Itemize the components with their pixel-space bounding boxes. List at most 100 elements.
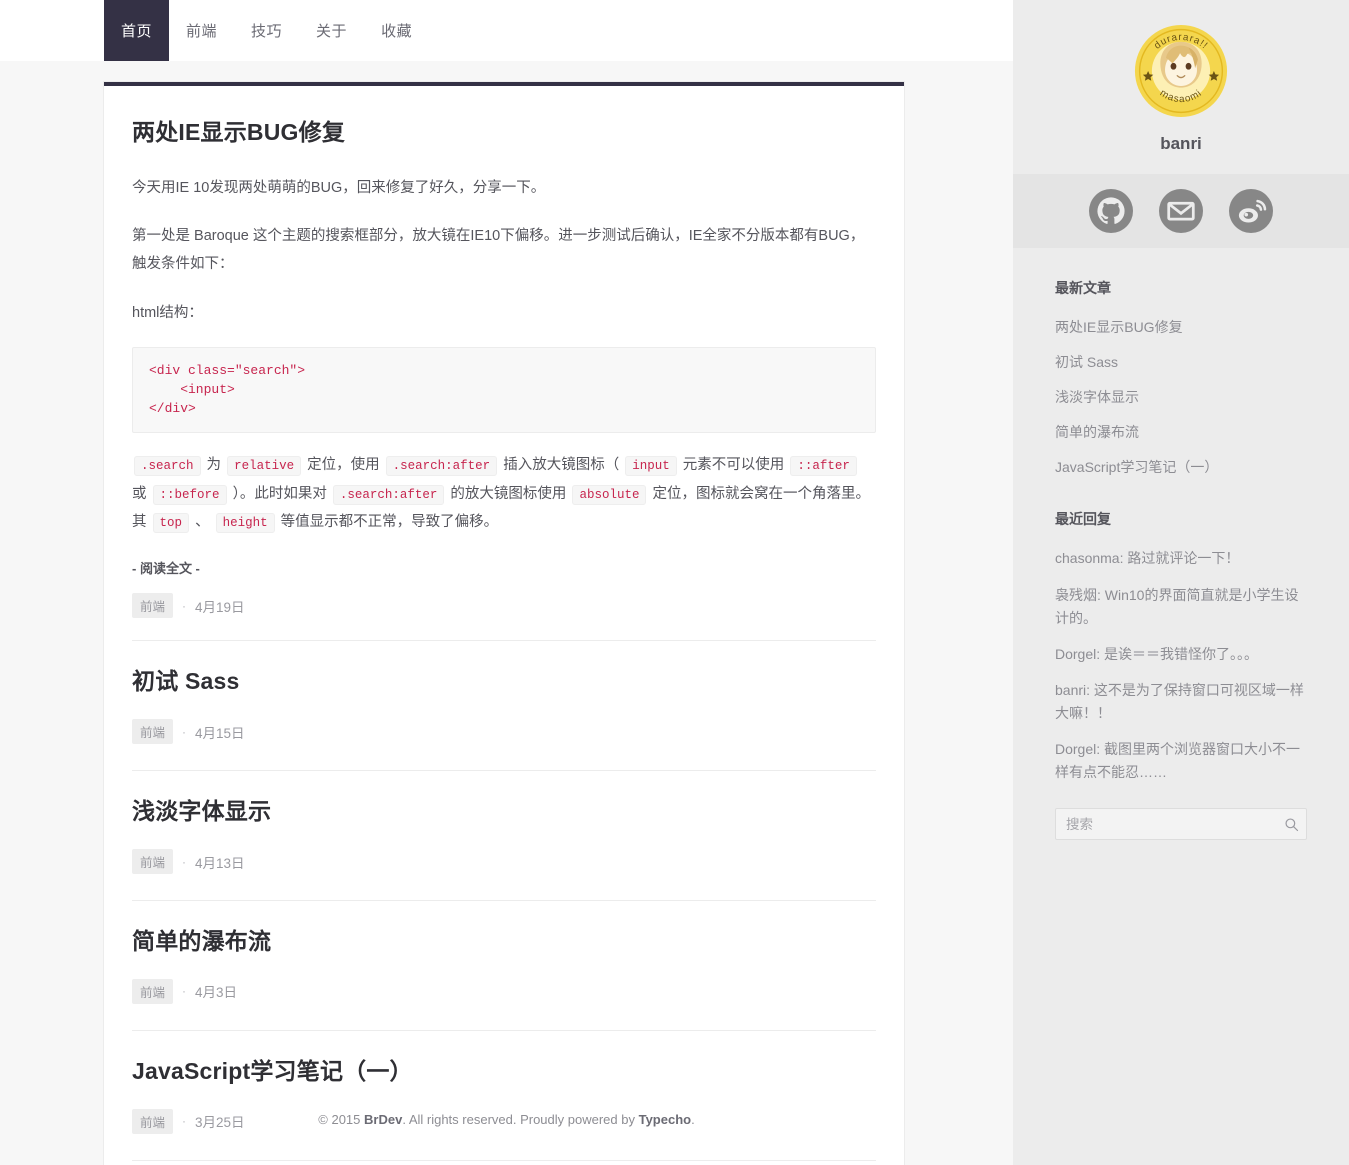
list-item: JavaScript学习笔记（一） <box>1055 456 1307 479</box>
widget-recent-posts: 最新文章 两处IE显示BUG修复 初试 Sass 浅淡字体显示 简单的瀑布流 J… <box>1013 278 1349 479</box>
post-title[interactable]: 初试 Sass <box>132 667 876 697</box>
meta-separator: · <box>182 854 187 869</box>
post-item: 初试 Sass 前端 · 4月15日 <box>132 640 876 745</box>
inline-text: 定位，使用 <box>303 457 384 474</box>
site-footer: © 2015 BrDev. All rights reserved. Proud… <box>0 1112 1013 1127</box>
recent-comments-list: chasonma: 路过就评论一下！ 袅残烟: Win10的界面简直就是小学生设… <box>1055 547 1307 784</box>
profile-block: durarara!! masaomi banri <box>1013 0 1349 174</box>
widget-title: 最新文章 <box>1055 280 1111 296</box>
inline-code: input <box>625 456 677 477</box>
widget-recent-comments: 最近回复 chasonma: 路过就评论一下！ 袅残烟: Win10的界面简直就… <box>1013 509 1349 841</box>
post-item: 两处IE显示BUG修复 今天用IE 10发现两处萌萌的BUG，回来修复了好久，分… <box>132 118 876 619</box>
post-category-badge[interactable]: 前端 <box>132 978 174 1004</box>
post-category-badge[interactable]: 前端 <box>132 593 174 619</box>
inline-text: 元素不可以使用 <box>678 457 789 474</box>
weibo-icon[interactable] <box>1229 189 1273 233</box>
post-meta: 前端 · 4月15日 <box>132 719 876 745</box>
inline-text: 的放大镜图标使用 <box>446 485 571 502</box>
nav-item-about[interactable]: 关于 <box>299 0 364 61</box>
nav-item-favorites[interactable]: 收藏 <box>364 0 429 61</box>
inline-code: .search:after <box>385 456 498 477</box>
inline-code: .search <box>134 456 201 477</box>
footer-copyright-prefix: © 2015 <box>318 1112 365 1127</box>
pagination: 下一页 <box>132 1159 876 1165</box>
inline-code: height <box>215 513 275 534</box>
meta-separator: · <box>182 598 187 613</box>
inline-text: 、 <box>191 514 214 531</box>
footer-site-name: BrDev <box>364 1112 403 1127</box>
post-item: 简单的瀑布流 前端 · 4月3日 <box>132 900 876 1004</box>
search-input[interactable] <box>1056 816 1276 832</box>
meta-separator: · <box>182 984 187 999</box>
post-title[interactable]: 两处IE显示BUG修复 <box>132 118 876 148</box>
post-paragraph: html结构： <box>132 304 203 321</box>
avatar: durarara!! masaomi <box>1134 24 1228 118</box>
page-root: 首页 前端 技巧 关于 收藏 两处IE显示BUG修复 今天用IE 10发现两处萌… <box>0 0 1349 1165</box>
recent-comment-link[interactable]: 袅残烟: Win10的界面简直就是小学生设计的。 <box>1055 587 1298 626</box>
inline-code: ::before <box>152 484 227 505</box>
social-links <box>1013 174 1349 248</box>
inline-code: ::after <box>790 456 857 477</box>
recent-post-link[interactable]: 初试 Sass <box>1055 354 1118 370</box>
post-paragraph-with-inline-code: .search 为 relative 定位，使用 .search:after 插… <box>132 451 876 536</box>
inline-text: 等值显示都不正常，导致了偏移。 <box>276 514 499 531</box>
post-body: 今天用IE 10发现两处萌萌的BUG，回来修复了好久，分享一下。 第一处是 Ba… <box>132 174 876 593</box>
nav-item-tips[interactable]: 技巧 <box>234 0 299 61</box>
list-item: 初试 Sass <box>1055 351 1307 374</box>
footer-engine-name[interactable]: Typecho <box>639 1112 692 1127</box>
post-list-card: 两处IE显示BUG修复 今天用IE 10发现两处萌萌的BUG，回来修复了好久，分… <box>104 82 904 1165</box>
post-meta: 前端 · 4月3日 <box>132 978 876 1004</box>
recent-post-link[interactable]: 两处IE显示BUG修复 <box>1055 319 1183 335</box>
inline-text: 插入放大镜图标（ <box>499 457 624 474</box>
search-box[interactable] <box>1055 808 1307 841</box>
recent-post-link[interactable]: JavaScript学习笔记（一） <box>1055 459 1218 475</box>
post-title[interactable]: JavaScript学习笔记（一） <box>132 1057 876 1087</box>
list-item: Dorgel: 截图里两个浏览器窗口大小不一样有点不能忍…… <box>1055 738 1307 784</box>
list-item: 袅残烟: Win10的界面简直就是小学生设计的。 <box>1055 584 1307 630</box>
inline-code: top <box>152 513 190 534</box>
recent-comment-link[interactable]: Dorgel: 是诶＝＝我错怪你了。。。 <box>1055 646 1258 662</box>
post-title[interactable]: 简单的瀑布流 <box>132 927 876 957</box>
inline-code: absolute <box>572 484 647 505</box>
post-meta: 前端 · 4月19日 <box>132 593 876 619</box>
recent-comment-link[interactable]: banri: 这不是为了保持窗口可视区域一样大嘛！！ <box>1055 682 1304 721</box>
read-more-link[interactable]: - 阅读全文 - <box>132 558 200 577</box>
main-nav: 首页 前端 技巧 关于 收藏 <box>0 0 1013 61</box>
recent-post-link[interactable]: 浅淡字体显示 <box>1055 389 1139 405</box>
recent-post-link[interactable]: 简单的瀑布流 <box>1055 424 1139 440</box>
content-column: 两处IE显示BUG修复 今天用IE 10发现两处萌萌的BUG，回来修复了好久，分… <box>104 82 904 1165</box>
recent-comment-link[interactable]: chasonma: 路过就评论一下！ <box>1055 550 1239 566</box>
list-item: 简单的瀑布流 <box>1055 421 1307 444</box>
github-icon[interactable] <box>1089 189 1133 233</box>
top-navigation-bar: 首页 前端 技巧 关于 收藏 <box>0 0 1013 61</box>
post-date: 4月19日 <box>195 599 245 615</box>
footer-suffix: . <box>691 1112 695 1127</box>
post-category-badge[interactable]: 前端 <box>132 719 174 745</box>
inline-text: 为 <box>202 457 226 474</box>
author-name: banri <box>1160 134 1202 153</box>
inline-text: 或 <box>132 485 151 502</box>
post-paragraph: 第一处是 Baroque 这个主题的搜索框部分，放大镜在IE10下偏移。进一步测… <box>132 228 865 273</box>
nav-item-home[interactable]: 首页 <box>104 0 170 61</box>
email-icon[interactable] <box>1159 189 1203 233</box>
footer-middle-text: . All rights reserved. Proudly powered b… <box>402 1112 639 1127</box>
post-item: 浅淡字体显示 前端 · 4月13日 <box>132 770 876 875</box>
inline-code: .search:after <box>332 484 445 505</box>
post-meta: 前端 · 4月13日 <box>132 849 876 875</box>
meta-separator: · <box>182 724 187 739</box>
post-date: 4月15日 <box>195 725 245 741</box>
recent-comment-link[interactable]: Dorgel: 截图里两个浏览器窗口大小不一样有点不能忍…… <box>1055 741 1300 780</box>
post-paragraph: 今天用IE 10发现两处萌萌的BUG，回来修复了好久，分享一下。 <box>132 179 546 196</box>
post-title[interactable]: 浅淡字体显示 <box>132 797 876 827</box>
search-button[interactable] <box>1276 809 1306 839</box>
nav-item-frontend[interactable]: 前端 <box>169 0 234 61</box>
list-item: chasonma: 路过就评论一下！ <box>1055 547 1307 570</box>
post-category-badge[interactable]: 前端 <box>132 849 174 875</box>
search-icon <box>1284 818 1298 831</box>
post-date: 4月13日 <box>195 855 245 871</box>
list-item: Dorgel: 是诶＝＝我错怪你了。。。 <box>1055 643 1307 666</box>
sidebar: durarara!! masaomi banri 最新文章 两处IE显示BUG修… <box>1013 0 1349 1165</box>
inline-text: ）。此时如果对 <box>228 485 331 502</box>
post-date: 4月3日 <box>195 985 238 1001</box>
code-block: <div class="search"> <input> </div> <box>132 346 876 434</box>
